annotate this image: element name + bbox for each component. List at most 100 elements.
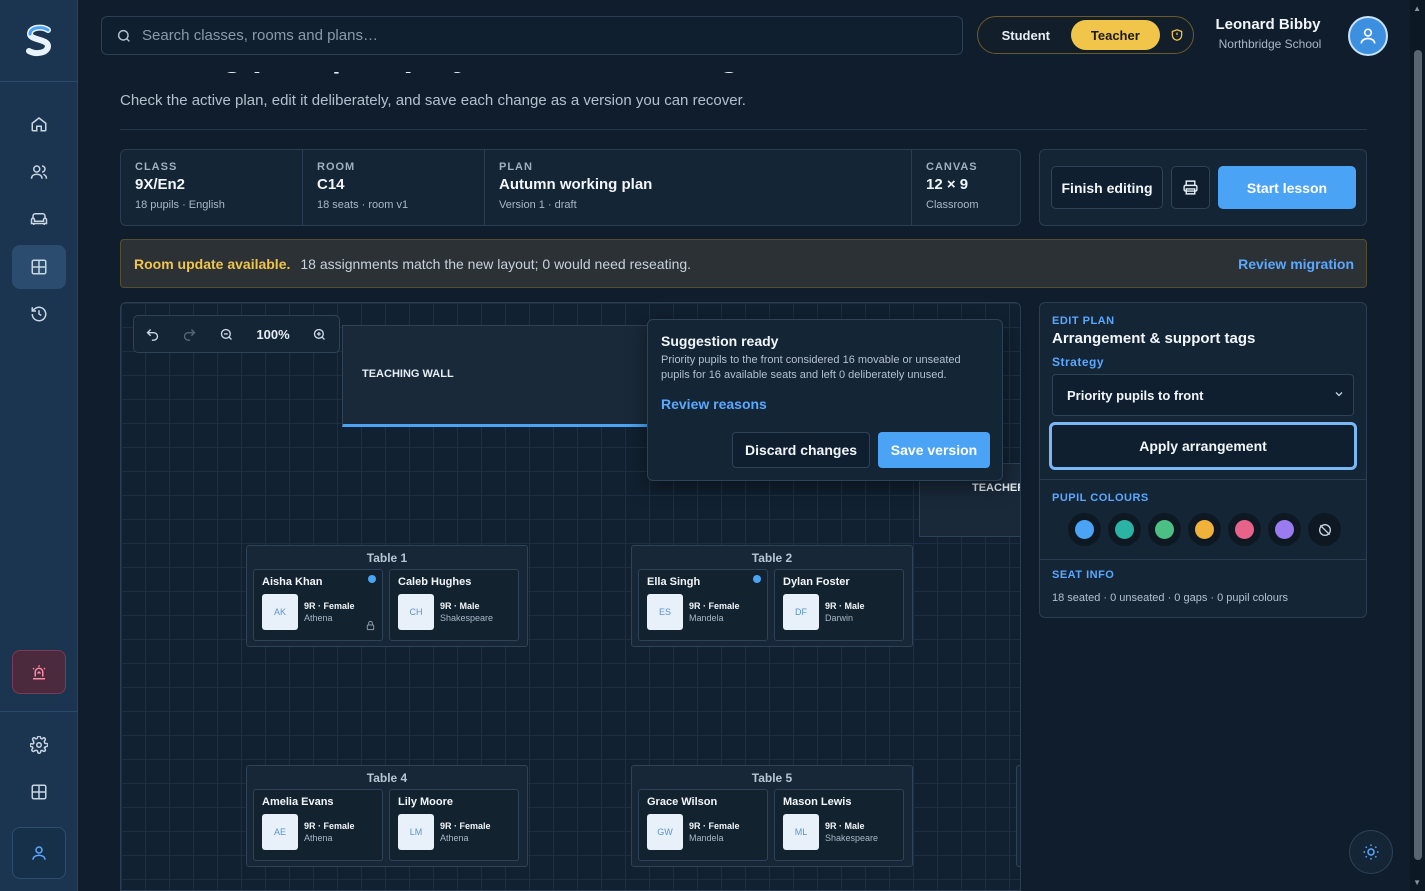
pupil-avatar: AE (262, 814, 298, 850)
edit-plan-heading: Arrangement & support tags (1052, 330, 1256, 347)
table-title: Table 2 (751, 551, 793, 565)
role-teacher-option[interactable]: Teacher (1070, 20, 1161, 50)
nav-settings[interactable] (12, 723, 66, 767)
colour-swatch-pink[interactable] (1228, 513, 1261, 546)
nav-layouts[interactable] (12, 770, 66, 814)
info-canvas: CANVAS 12 × 9 Classroom (912, 150, 1020, 225)
nav-home[interactable] (12, 102, 66, 146)
pupil-meta: 9R · Female (304, 821, 355, 831)
redo-button[interactable] (171, 316, 208, 352)
undo-icon (146, 328, 159, 341)
save-version-button[interactable]: Save version (878, 432, 990, 468)
table-title: Table 1 (366, 551, 408, 565)
discard-changes-button[interactable]: Discard changes (732, 432, 870, 468)
zoom-out-button[interactable] (208, 316, 245, 352)
review-migration-link[interactable]: Review migration (1238, 256, 1354, 272)
table-group[interactable]: Table 2 Ella Singh ES 9R · Female Mandel… (631, 545, 913, 647)
seat-card[interactable]: Mason Lewis ML 9R · Male Shakespeare (774, 789, 904, 861)
pupil-meta: 9R · Male (440, 601, 480, 611)
user-icon (32, 846, 46, 860)
info-class-label: CLASS (135, 161, 178, 173)
user-school: Northbridge School (1218, 37, 1322, 51)
strategy-label: Strategy (1052, 355, 1105, 369)
table-group[interactable]: Table 1 Aisha Khan AK 9R · Female Athena… (246, 545, 528, 647)
nav-profile[interactable] (12, 827, 66, 879)
strategy-select[interactable]: Priority pupils to front (1052, 374, 1354, 416)
seat-card[interactable]: Ella Singh ES 9R · Female Mandela (638, 569, 768, 641)
pupil-colours-label: PUPIL COLOURS (1052, 492, 1149, 504)
popover-text: Priority pupils to the front considered … (661, 354, 961, 381)
nav-pupils[interactable] (12, 150, 66, 194)
pupil-house: Mandela (689, 833, 724, 843)
plan-info-panel: CLASS 9X/En2 18 pupils · English ROOM C1… (120, 149, 1021, 226)
grid-icon (31, 259, 47, 275)
pupil-avatar: LM (398, 814, 434, 850)
page-scrollbar[interactable]: ▲ ▼ (1410, 0, 1425, 891)
pupil-meta: 9R · Female (689, 821, 740, 831)
scroll-up-arrow[interactable]: ▲ (1413, 4, 1421, 13)
nav-rooms[interactable] (12, 197, 66, 241)
scroll-down-arrow[interactable]: ▼ (1413, 878, 1421, 887)
seat-card[interactable]: Dylan Foster DF 9R · Male Darwin (774, 569, 904, 641)
review-reasons-link[interactable]: Review reasons (661, 396, 767, 412)
table-group[interactable]: Table 5 Grace Wilson GW 9R · Female Mand… (631, 765, 913, 867)
seat-card[interactable]: Caleb Hughes CH 9R · Male Shakespeare (389, 569, 519, 641)
nav-seating-plans[interactable] (12, 245, 66, 289)
canvas-toolbar: 100% (133, 315, 340, 353)
sidebar-divider (0, 711, 78, 712)
info-canvas-sub: Classroom (926, 199, 979, 211)
suggestion-popover: Suggestion ready Priority pupils to the … (647, 319, 1003, 481)
role-toggle[interactable]: Student Teacher (977, 16, 1194, 54)
table-group[interactable]: Table 4 Amelia Evans AE 9R · Female Athe… (246, 765, 528, 867)
undo-button[interactable] (134, 316, 171, 352)
sidebar (0, 0, 78, 891)
info-room-value: C14 (317, 176, 345, 193)
pupil-meta: 9R · Male (825, 601, 865, 611)
table-title: Table 4 (366, 771, 408, 785)
seat-card[interactable]: Grace Wilson GW 9R · Female Mandela (638, 789, 768, 861)
pupil-meta: 9R · Female (304, 601, 355, 611)
teaching-wall-label: TEACHING WALL (362, 368, 454, 380)
banner-text: 18 assignments match the new layout; 0 w… (300, 255, 692, 272)
zoom-in-button[interactable] (301, 316, 338, 352)
theme-toggle-button[interactable] (1349, 830, 1393, 874)
finish-editing-button[interactable]: Finish editing (1051, 166, 1163, 209)
seat-card[interactable]: Lily Moore LM 9R · Female Athena (389, 789, 519, 861)
colour-swatches (1068, 513, 1341, 546)
info-canvas-value: 12 × 9 (926, 176, 969, 193)
nav-history[interactable] (12, 292, 66, 336)
colour-swatch-teal[interactable] (1108, 513, 1141, 546)
scrollbar-thumb[interactable] (1414, 50, 1422, 860)
pupil-house: Mandela (689, 613, 724, 623)
nav-alert[interactable] (12, 650, 66, 694)
pupil-house: Shakespeare (825, 833, 879, 843)
colour-swatch-amber[interactable] (1188, 513, 1221, 546)
info-plan-value: Autumn working plan (499, 176, 653, 193)
sun-icon (1363, 844, 1379, 860)
table-group-edge[interactable] (1016, 765, 1020, 867)
start-lesson-button[interactable]: Start lesson (1218, 166, 1356, 209)
seat-card[interactable]: Amelia Evans AE 9R · Female Athena (253, 789, 383, 861)
clear-colour-button[interactable] (1308, 513, 1341, 546)
role-student-option[interactable]: Student (981, 20, 1071, 50)
seat-card[interactable]: Aisha Khan AK 9R · Female Athena (253, 569, 383, 641)
sofa-icon (30, 213, 48, 225)
colour-swatch-green[interactable] (1148, 513, 1181, 546)
colour-swatch-blue[interactable] (1068, 513, 1101, 546)
pupil-house: Athena (304, 613, 333, 623)
avatar[interactable] (1348, 16, 1388, 56)
shield-icon[interactable] (1164, 22, 1190, 48)
pupil-avatar: AK (262, 594, 298, 630)
users-icon (30, 165, 48, 179)
colour-swatch-purple[interactable] (1268, 513, 1301, 546)
pupil-meta: 9R · Female (689, 601, 740, 611)
info-plan: PLAN Autumn working plan Version 1 · dra… (485, 150, 912, 225)
info-class-value: 9X/En2 (135, 176, 186, 193)
lock-icon[interactable] (365, 618, 376, 636)
search-input[interactable] (142, 27, 922, 44)
apply-arrangement-button[interactable]: Apply arrangement (1049, 422, 1357, 470)
app-logo[interactable] (0, 0, 78, 82)
search-bar[interactable] (101, 16, 963, 55)
pupil-house: Athena (440, 833, 469, 843)
print-button[interactable] (1171, 166, 1210, 209)
